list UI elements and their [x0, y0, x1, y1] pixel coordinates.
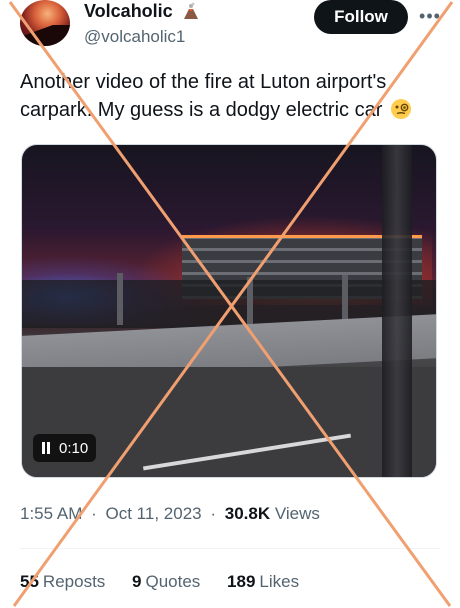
quotes-count: 9	[132, 572, 142, 591]
more-icon[interactable]: •••	[416, 6, 444, 26]
fence-post	[117, 273, 123, 325]
reposts-stat[interactable]: 55 Reposts	[20, 570, 105, 594]
foreground-pole	[382, 145, 412, 477]
tweet-meta: 1:55 AM · Oct 11, 2023 · 30.8K Views	[20, 502, 320, 526]
reposts-label: Reposts	[42, 572, 106, 591]
quotes-stat[interactable]: 9 Quotes	[132, 570, 200, 594]
pause-icon[interactable]	[41, 442, 51, 454]
video-controls[interactable]: 0:10	[33, 434, 97, 462]
fence-post	[247, 277, 253, 329]
likes-count: 189	[227, 572, 256, 591]
likes-stat[interactable]: 189 Likes	[227, 570, 299, 594]
tweet-date[interactable]: Oct 11, 2023	[106, 504, 202, 523]
face-with-monocle-icon	[390, 99, 411, 119]
avatar[interactable]	[20, 0, 70, 46]
views-count: 30.8K	[224, 504, 271, 523]
author-handle[interactable]: @volcaholic1	[84, 26, 185, 48]
author-name[interactable]: Volcaholic	[84, 0, 200, 22]
tweet-header: Volcaholic @volcaholic1 Follow •••	[20, 0, 444, 52]
author-name-text: Volcaholic	[84, 1, 173, 21]
tweet-text-body: Another video of the fire at Luton airpo…	[20, 71, 387, 121]
divider	[20, 548, 440, 549]
quotes-label: Quotes	[145, 572, 201, 591]
video-player[interactable]	[21, 144, 437, 478]
tweet-text: Another video of the fire at Luton airpo…	[20, 68, 440, 124]
tweet-time[interactable]: 1:55 AM	[20, 504, 82, 523]
meta-separator: ·	[91, 504, 97, 523]
views-label: Views	[274, 504, 320, 523]
meta-separator: ·	[210, 504, 217, 523]
volcano-icon	[183, 2, 198, 19]
reposts-count: 55	[20, 572, 39, 591]
likes-label: Likes	[259, 572, 300, 591]
video-elapsed: 0:10	[59, 439, 89, 457]
engagement-stats: 55 Reposts 9 Quotes 189 Likes	[20, 570, 321, 594]
follow-button[interactable]: Follow	[314, 0, 408, 34]
